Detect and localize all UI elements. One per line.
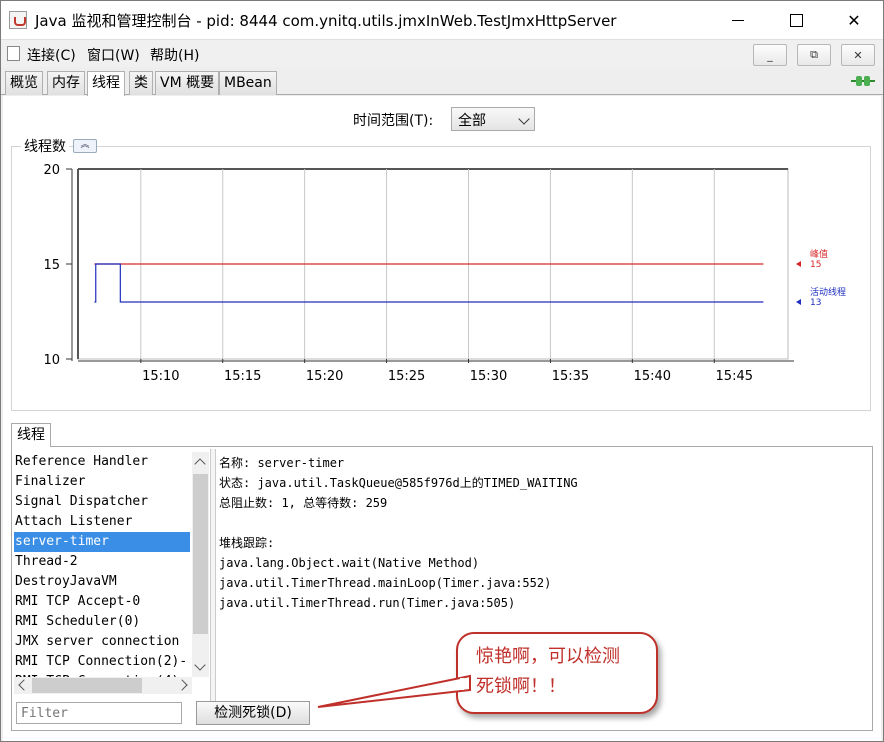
series-end-marker bbox=[796, 299, 801, 305]
tab-overview[interactable]: 概览 bbox=[5, 71, 43, 95]
chart-title: 线程数 bbox=[21, 136, 69, 156]
time-range-value: 全部 bbox=[458, 113, 486, 129]
tab-classes[interactable]: 类 bbox=[129, 71, 153, 95]
threads-tab-panel: 时间范围(T): 全部 15:10 15:15 15:20 15:25 15:30 15:… bbox=[3, 96, 881, 741]
detect-deadlock-button[interactable]: 检测死锁(D) bbox=[196, 701, 310, 725]
legend-series-value: 13 bbox=[810, 298, 821, 308]
tab-threads[interactable]: 线程 bbox=[87, 71, 125, 96]
thread-count-chart: 15:10 15:15 15:20 15:25 15:30 15:35 15:40 15:45… bbox=[43, 163, 846, 384]
thread-list-item[interactable]: server-timer bbox=[14, 532, 190, 552]
x-tick-label: 15:15 bbox=[224, 369, 261, 384]
app-window: Java 监视和管理控制台 - pid: 8444 com.ynitq.util… bbox=[0, 0, 884, 742]
threads-area: Reference Handler Finalizer Signal Dispatc… bbox=[11, 446, 873, 731]
thread-list-item[interactable]: Signal Dispatcher bbox=[14, 492, 190, 512]
legend-series-name: 活动线程 bbox=[810, 286, 846, 298]
time-range-select[interactable]: 全部 bbox=[451, 107, 535, 131]
thread-list[interactable]: Reference Handler Finalizer Signal Dispatc… bbox=[14, 452, 190, 677]
chevron-down-icon bbox=[518, 113, 530, 125]
legend-series-name: 峰值 bbox=[810, 248, 828, 260]
thread-list-horizontal-scrollbar[interactable] bbox=[14, 677, 192, 694]
inner-close-button[interactable]: ✕ bbox=[841, 44, 875, 66]
scroll-left-icon[interactable] bbox=[18, 679, 30, 691]
x-tick-label: 15:45 bbox=[716, 369, 753, 384]
thread-list-item[interactable]: DestroyJavaVM bbox=[14, 572, 190, 592]
annotation-callout: 惊艳啊，可以检测 死锁啊！！ bbox=[456, 632, 658, 714]
thread-details: 名称: server-timer 状态: java.util.TaskQueue@… bbox=[219, 453, 578, 613]
y-tick-label: 10 bbox=[43, 353, 60, 368]
tab-vm-summary[interactable]: VM 概要 bbox=[155, 71, 220, 95]
x-tick-label: 15:35 bbox=[552, 369, 589, 384]
split-pane-divider[interactable] bbox=[210, 449, 216, 704]
time-range-label: 时间范围(T): bbox=[353, 113, 434, 129]
thread-detail-line: java.util.TimerThread.run(Timer.java:505… bbox=[219, 596, 516, 610]
collapse-icon[interactable]: ︽ bbox=[73, 139, 97, 153]
thread-list-item[interactable]: Finalizer bbox=[14, 472, 190, 492]
thread-detail-line: 状态: java.util.TaskQueue@585f976d上的TIMED_… bbox=[219, 476, 578, 490]
thread-detail-line bbox=[219, 513, 578, 533]
tab-bar: 概览 内存 线程 类 VM 概要 MBean bbox=[1, 67, 883, 96]
annotation-line-1: 惊艳啊，可以检测 bbox=[476, 646, 620, 667]
thread-list-item[interactable]: RMI Scheduler(0) bbox=[14, 612, 190, 632]
inner-restore-button[interactable]: ⧉ bbox=[797, 44, 831, 66]
thread-list-item[interactable]: Attach Listener bbox=[14, 512, 190, 532]
thread-detail-line: java.util.TimerThread.mainLoop(Timer.jav… bbox=[219, 576, 552, 590]
thread-detail-line: 名称: server-timer bbox=[219, 456, 345, 470]
connection-status-icon bbox=[851, 76, 875, 86]
scroll-thumb-horizontal[interactable] bbox=[32, 678, 142, 693]
scroll-thumb[interactable] bbox=[193, 474, 208, 634]
legend-series-value: 15 bbox=[810, 260, 821, 270]
document-icon bbox=[7, 46, 20, 61]
annotation-line-2: 死锁啊！！ bbox=[476, 676, 566, 697]
filter-input[interactable] bbox=[16, 702, 182, 724]
inner-minimize-button[interactable]: _ bbox=[753, 44, 787, 66]
x-tick-label: 15:25 bbox=[388, 369, 425, 384]
x-tick-label: 15:20 bbox=[306, 369, 343, 384]
thread-detail-line: 堆栈跟踪: bbox=[219, 536, 275, 550]
thread-list-vertical-scrollbar[interactable] bbox=[192, 452, 209, 677]
series-end-marker bbox=[796, 261, 801, 267]
java-icon bbox=[9, 11, 27, 29]
thread-list-item[interactable]: JMX server connection bbox=[14, 632, 190, 652]
menu-connection[interactable]: 连接(C) bbox=[27, 45, 76, 65]
tab-memory[interactable]: 内存 bbox=[47, 71, 85, 95]
close-button[interactable]: ✕ bbox=[825, 1, 883, 39]
thread-list-item[interactable]: RMI TCP Connection(2)- bbox=[14, 652, 190, 672]
thread-count-chart-box: 15:10 15:15 15:20 15:25 15:30 15:35 15:40 15:45… bbox=[11, 146, 871, 411]
scroll-down-icon[interactable] bbox=[194, 659, 206, 671]
menu-bar: 连接(C) 窗口(W) 帮助(H) _ ⧉ ✕ bbox=[1, 39, 883, 67]
title-bar[interactable]: Java 监视和管理控制台 - pid: 8444 com.ynitq.util… bbox=[1, 1, 883, 39]
tab-mbean[interactable]: MBean bbox=[219, 71, 277, 95]
thread-detail-line: 总阻止数: 1, 总等待数: 259 bbox=[219, 496, 388, 510]
x-tick-label: 15:10 bbox=[142, 369, 179, 384]
menu-help[interactable]: 帮助(H) bbox=[150, 45, 199, 65]
scroll-up-icon[interactable] bbox=[194, 458, 206, 470]
thread-detail-line: java.lang.Object.wait(Native Method) bbox=[219, 556, 480, 570]
menu-window[interactable]: 窗口(W) bbox=[87, 45, 140, 65]
x-tick-label: 15:30 bbox=[470, 369, 507, 384]
thread-list-item[interactable]: Reference Handler bbox=[14, 452, 190, 472]
maximize-button[interactable] bbox=[767, 1, 825, 39]
window-title: Java 监视和管理控制台 - pid: 8444 com.ynitq.util… bbox=[35, 12, 617, 30]
thread-list-item[interactable]: Thread-2 bbox=[14, 552, 190, 572]
minimize-button[interactable] bbox=[709, 1, 767, 39]
thread-list-item[interactable]: RMI TCP Accept-0 bbox=[14, 592, 190, 612]
y-tick-label: 15 bbox=[43, 258, 60, 273]
scroll-right-icon[interactable] bbox=[176, 679, 188, 691]
y-tick-label: 20 bbox=[43, 163, 60, 178]
threads-subtab[interactable]: 线程 bbox=[11, 423, 51, 447]
x-tick-label: 15:40 bbox=[634, 369, 671, 384]
